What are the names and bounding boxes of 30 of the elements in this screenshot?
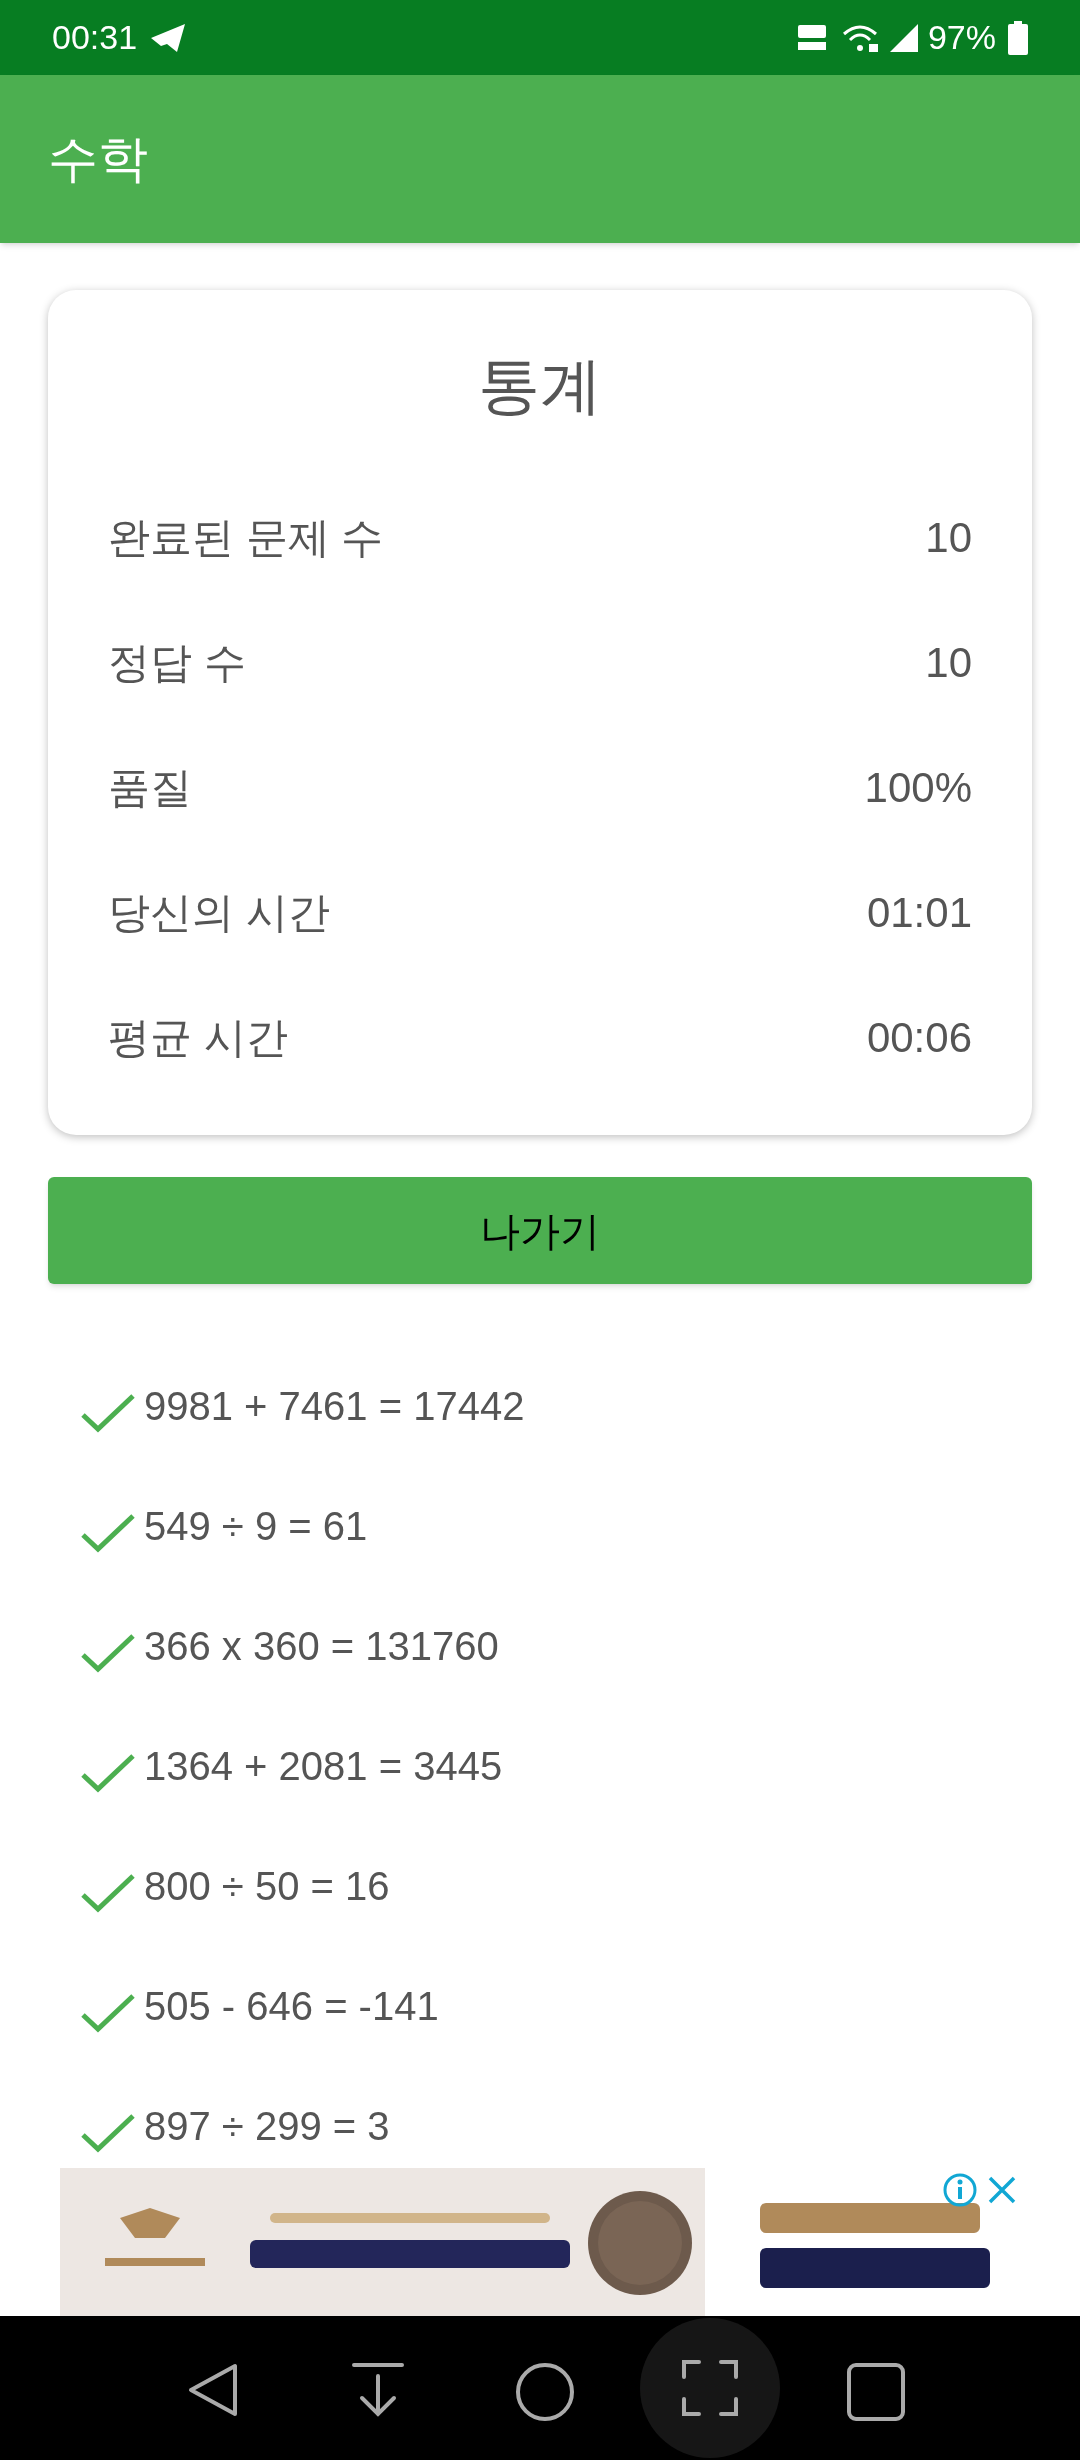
stat-value: 01:01 — [866, 888, 972, 938]
status-time: 00:31 — [52, 17, 138, 58]
equation-text: 1364 + 2081 = 3445 — [144, 1743, 503, 1790]
exit-button[interactable]: 나가기 — [48, 1177, 1032, 1284]
stat-value: 00:06 — [866, 1013, 972, 1063]
battery-icon — [1008, 20, 1028, 55]
stat-value: 10 — [925, 638, 972, 688]
stat-label: 완료된 문제 수 — [108, 513, 384, 563]
equation-text: 549 ÷ 9 = 61 — [144, 1503, 368, 1550]
equation-text: 505 - 646 = -141 — [144, 1983, 439, 2030]
stat-value: 100% — [864, 763, 972, 813]
home-icon[interactable] — [515, 2362, 575, 2422]
stat-label: 정답 수 — [108, 638, 246, 688]
paper-plane-icon — [149, 21, 188, 54]
download-icon[interactable] — [350, 2362, 406, 2418]
equation-text: 897 ÷ 299 = 3 — [144, 2103, 390, 2150]
close-icon[interactable] — [986, 2174, 1018, 2206]
stat-label: 평균 시간 — [108, 1013, 288, 1063]
stat-label: 당신의 시간 — [108, 888, 330, 938]
app-title: 수학 — [48, 129, 148, 189]
screenshot-icon — [681, 2359, 739, 2417]
equation-text: 800 ÷ 50 = 16 — [144, 1863, 390, 1910]
stat-label: 품질 — [108, 763, 192, 813]
equation-text: 366 x 360 = 131760 — [144, 1623, 499, 1670]
equation-text: 9981 + 7461 = 17442 — [144, 1383, 525, 1430]
stat-value: 10 — [925, 513, 972, 563]
battery-percent: 97% — [927, 17, 996, 58]
recent-apps-icon[interactable] — [846, 2362, 906, 2422]
info-icon[interactable] — [942, 2172, 978, 2208]
card-title: 통계 — [478, 355, 602, 417]
